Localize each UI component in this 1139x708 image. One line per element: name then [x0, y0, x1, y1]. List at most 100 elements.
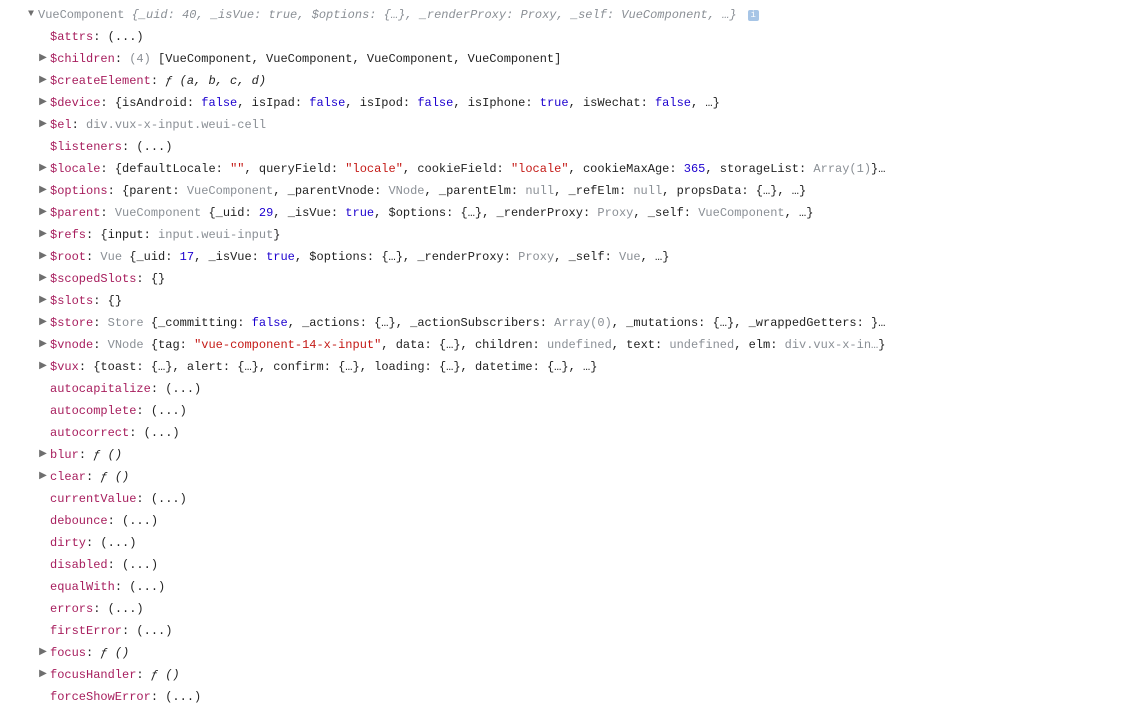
- property-row[interactable]: ▶$el: div.vux-x-input.weui-cell: [0, 114, 1139, 136]
- property-row[interactable]: autocomplete: (...): [0, 400, 1139, 422]
- property-content: clear: ƒ (): [50, 466, 129, 488]
- property-row[interactable]: $attrs: (...): [0, 26, 1139, 48]
- property-row[interactable]: ▶$locale: {defaultLocale: "", queryField…: [0, 158, 1139, 180]
- property-content: $slots: {}: [50, 290, 122, 312]
- property-content: $parent: VueComponent {_uid: 29, _isVue:…: [50, 202, 813, 224]
- expand-arrow-icon[interactable]: ▶: [38, 48, 48, 70]
- expand-arrow-icon[interactable]: ▶: [38, 224, 48, 246]
- property-key: $children: [50, 52, 115, 66]
- property-content: autocapitalize: (...): [50, 378, 201, 400]
- property-row[interactable]: ▶$slots: {}: [0, 290, 1139, 312]
- property-key: $locale: [50, 162, 100, 176]
- property-content: focus: ƒ (): [50, 642, 129, 664]
- expand-arrow-icon[interactable]: ▶: [38, 356, 48, 378]
- property-row[interactable]: firstError: (...): [0, 620, 1139, 642]
- property-key: disabled: [50, 558, 108, 572]
- property-key: $store: [50, 316, 93, 330]
- property-key: $options: [50, 184, 108, 198]
- property-content: focusHandler: ƒ (): [50, 664, 180, 686]
- expand-arrow-icon[interactable]: ▶: [38, 70, 48, 92]
- property-row[interactable]: dirty: (...): [0, 532, 1139, 554]
- property-row[interactable]: ▶$createElement: ƒ (a, b, c, d): [0, 70, 1139, 92]
- property-content: forceShowError: (...): [50, 686, 201, 708]
- property-content: debounce: (...): [50, 510, 158, 532]
- property-row[interactable]: ▶focusHandler: ƒ (): [0, 664, 1139, 686]
- property-content: $root: Vue {_uid: 17, _isVue: true, $opt…: [50, 246, 669, 268]
- property-key: $createElement: [50, 74, 151, 88]
- property-key: $el: [50, 118, 72, 132]
- property-row[interactable]: forceShowError: (...): [0, 686, 1139, 708]
- expand-arrow-icon[interactable]: ▶: [38, 312, 48, 334]
- property-content: autocomplete: (...): [50, 400, 187, 422]
- expand-arrow-icon[interactable]: ▶: [38, 642, 48, 664]
- property-content: $listeners: (...): [50, 136, 172, 158]
- property-key: $root: [50, 250, 86, 264]
- property-key: currentValue: [50, 492, 136, 506]
- expand-arrow-icon[interactable]: ▶: [38, 664, 48, 686]
- property-key: $vnode: [50, 338, 93, 352]
- property-content: disabled: (...): [50, 554, 158, 576]
- property-row[interactable]: ▶focus: ƒ (): [0, 642, 1139, 664]
- property-key: firstError: [50, 624, 122, 638]
- property-row[interactable]: ▶blur: ƒ (): [0, 444, 1139, 466]
- property-key: $attrs: [50, 30, 93, 44]
- property-row[interactable]: ▶$parent: VueComponent {_uid: 29, _isVue…: [0, 202, 1139, 224]
- property-key: autocorrect: [50, 426, 129, 440]
- property-row[interactable]: ▶$vux: {toast: {…}, alert: {…}, confirm:…: [0, 356, 1139, 378]
- property-content: $createElement: ƒ (a, b, c, d): [50, 70, 266, 92]
- property-content: $vnode: VNode {tag: "vue-component-14-x-…: [50, 334, 885, 356]
- console-object-tree: ▼ VueComponent {_uid: 40, _isVue: true, …: [0, 0, 1139, 708]
- property-row[interactable]: autocorrect: (...): [0, 422, 1139, 444]
- property-key: $vux: [50, 360, 79, 374]
- property-key: focusHandler: [50, 668, 136, 682]
- property-row[interactable]: currentValue: (...): [0, 488, 1139, 510]
- property-content: firstError: (...): [50, 620, 172, 642]
- property-content: autocorrect: (...): [50, 422, 180, 444]
- expand-arrow-icon[interactable]: ▶: [38, 290, 48, 312]
- property-content: $device: {isAndroid: false, isIpad: fals…: [50, 92, 720, 114]
- property-key: clear: [50, 470, 86, 484]
- property-content: $refs: {input: input.weui-input}: [50, 224, 280, 246]
- expand-arrow-icon[interactable]: ▶: [38, 334, 48, 356]
- expand-arrow-icon[interactable]: ▼: [26, 4, 36, 26]
- expand-arrow-icon[interactable]: ▶: [38, 466, 48, 488]
- property-row[interactable]: ▶$vnode: VNode {tag: "vue-component-14-x…: [0, 334, 1139, 356]
- property-row[interactable]: debounce: (...): [0, 510, 1139, 532]
- property-content: $options: {parent: VueComponent, _parent…: [50, 180, 806, 202]
- property-key: $refs: [50, 228, 86, 242]
- expand-arrow-icon[interactable]: ▶: [38, 202, 48, 224]
- expand-arrow-icon[interactable]: ▶: [38, 180, 48, 202]
- property-content: equalWith: (...): [50, 576, 165, 598]
- property-row[interactable]: errors: (...): [0, 598, 1139, 620]
- property-row[interactable]: ▶clear: ƒ (): [0, 466, 1139, 488]
- property-content: $scopedSlots: {}: [50, 268, 165, 290]
- property-row[interactable]: ▶$children: (4) [VueComponent, VueCompon…: [0, 48, 1139, 70]
- expand-arrow-icon[interactable]: ▶: [38, 114, 48, 136]
- property-key: $parent: [50, 206, 100, 220]
- property-key: $slots: [50, 294, 93, 308]
- expand-arrow-icon[interactable]: ▶: [38, 246, 48, 268]
- property-row[interactable]: equalWith: (...): [0, 576, 1139, 598]
- property-row[interactable]: ▶$root: Vue {_uid: 17, _isVue: true, $op…: [0, 246, 1139, 268]
- property-row[interactable]: ▶$scopedSlots: {}: [0, 268, 1139, 290]
- property-key: $scopedSlots: [50, 272, 136, 286]
- property-key: autocomplete: [50, 404, 136, 418]
- property-row[interactable]: ▶$store: Store {_committing: false, _act…: [0, 312, 1139, 334]
- expand-arrow-icon[interactable]: ▶: [38, 92, 48, 114]
- expand-arrow-icon[interactable]: ▶: [38, 268, 48, 290]
- property-row[interactable]: ▶$options: {parent: VueComponent, _paren…: [0, 180, 1139, 202]
- property-content: dirty: (...): [50, 532, 136, 554]
- property-row[interactable]: ▶$refs: {input: input.weui-input}: [0, 224, 1139, 246]
- expand-arrow-icon[interactable]: ▶: [38, 444, 48, 466]
- property-key: autocapitalize: [50, 382, 151, 396]
- property-row[interactable]: disabled: (...): [0, 554, 1139, 576]
- property-key: dirty: [50, 536, 86, 550]
- expand-arrow-icon[interactable]: ▶: [38, 158, 48, 180]
- info-badge-icon[interactable]: i: [748, 10, 759, 21]
- object-header[interactable]: ▼ VueComponent {_uid: 40, _isVue: true, …: [0, 4, 1139, 26]
- property-content: $locale: {defaultLocale: "", queryField:…: [50, 158, 885, 180]
- property-row[interactable]: autocapitalize: (...): [0, 378, 1139, 400]
- constructor-name: VueComponent: [38, 8, 124, 22]
- property-row[interactable]: ▶$device: {isAndroid: false, isIpad: fal…: [0, 92, 1139, 114]
- property-row[interactable]: $listeners: (...): [0, 136, 1139, 158]
